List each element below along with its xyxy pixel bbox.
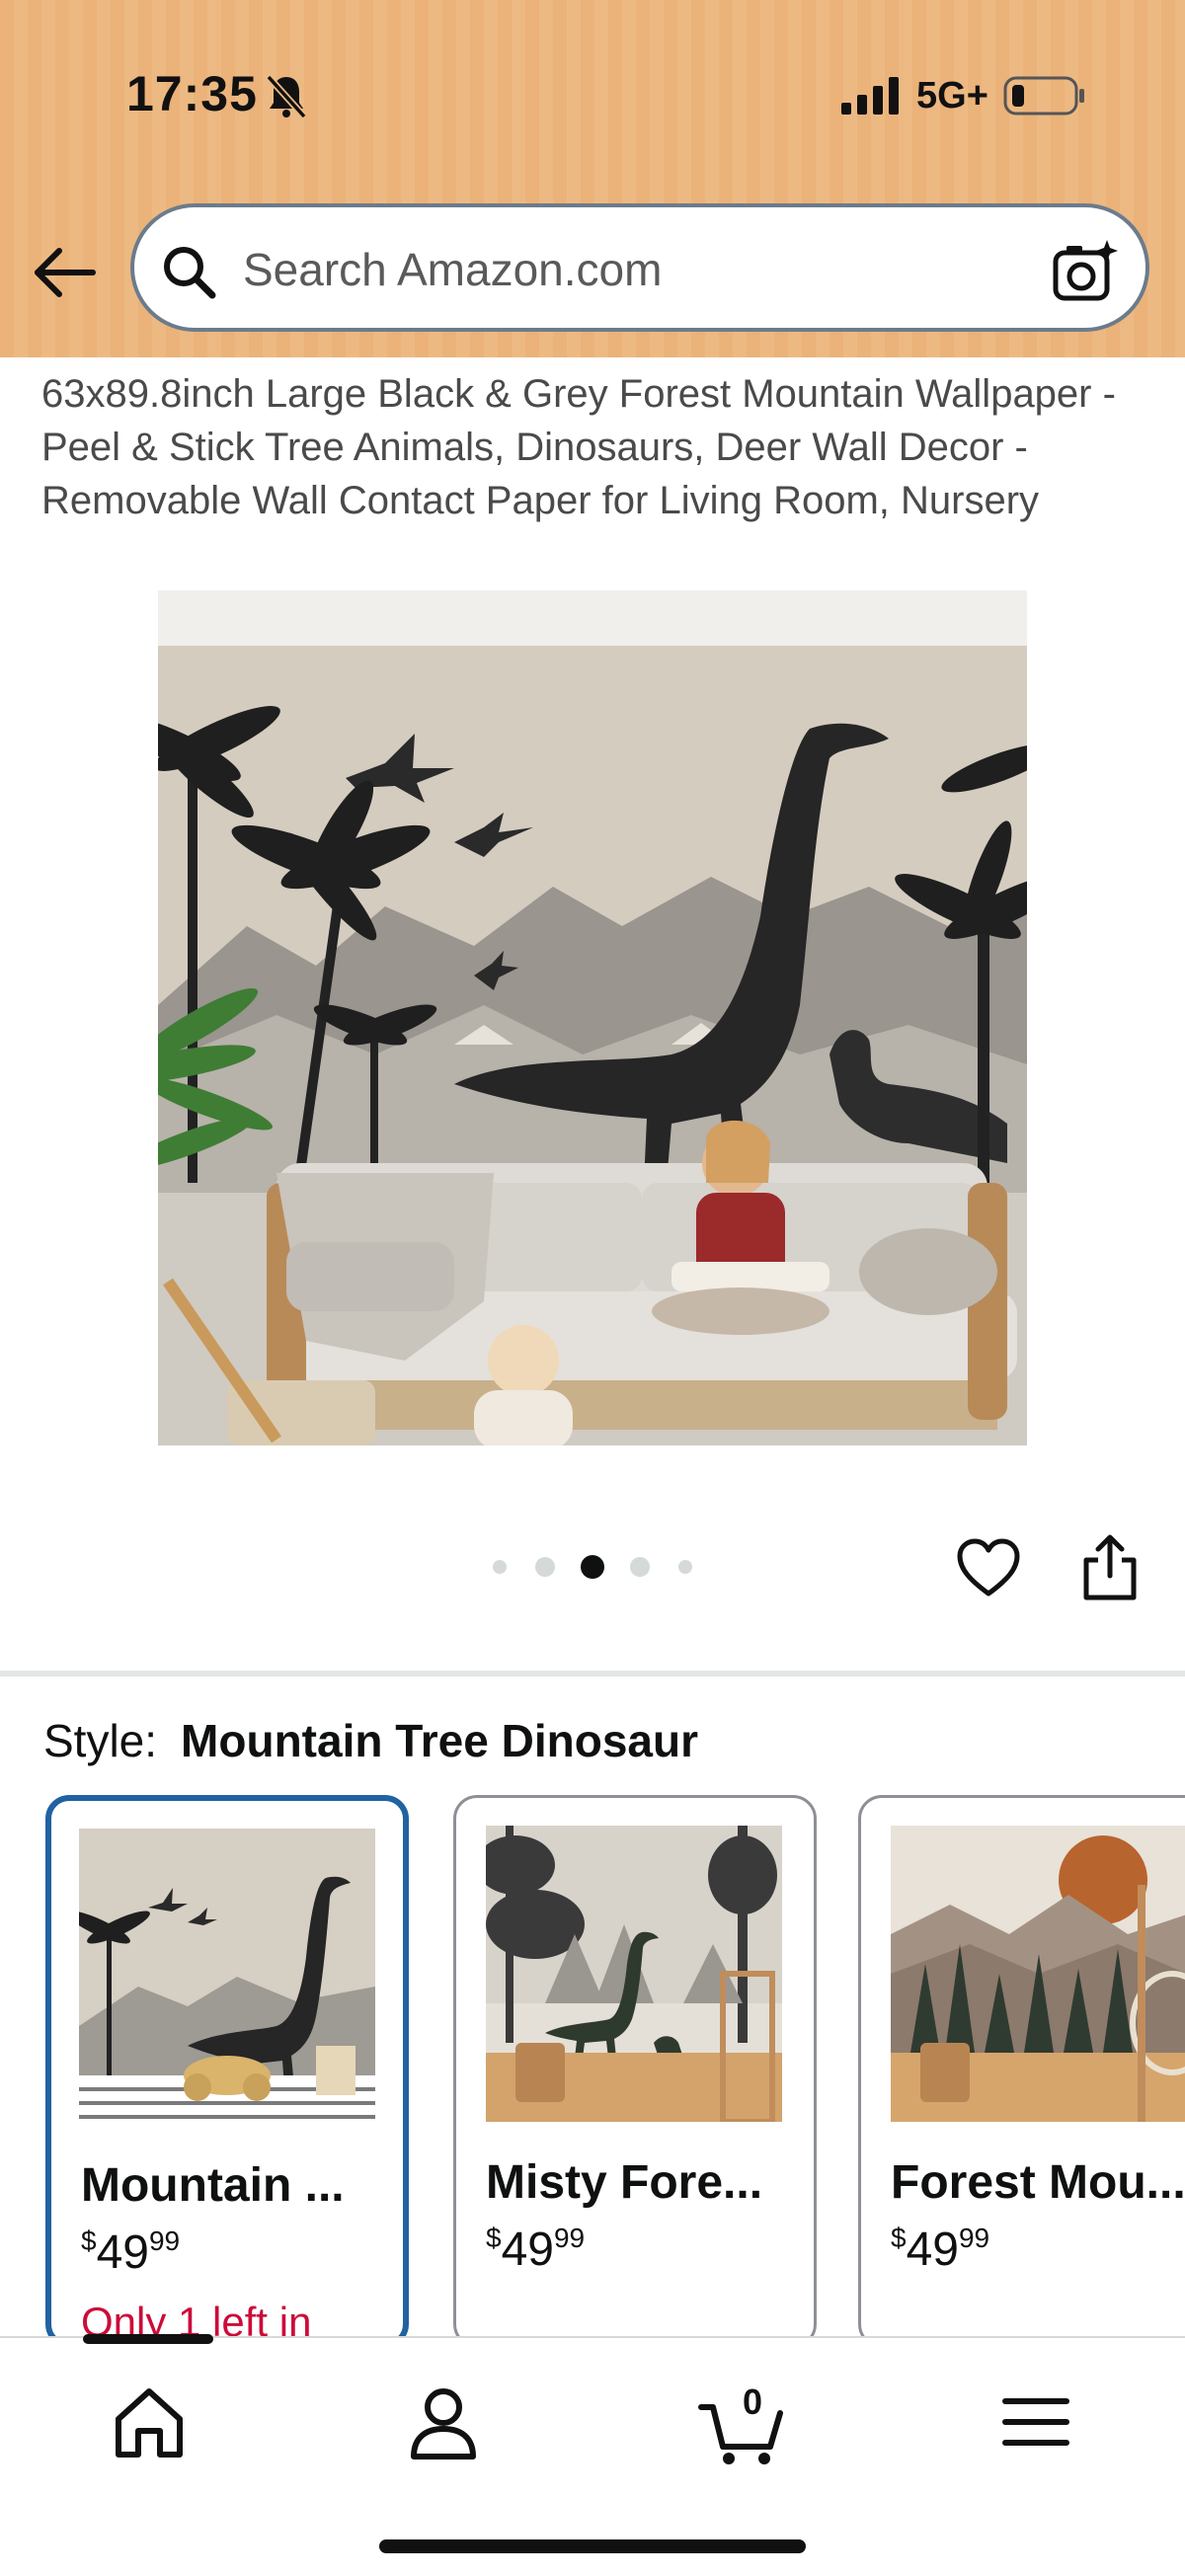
bell-muted-icon	[266, 74, 307, 119]
style-option-name: Forest Mou...	[891, 2156, 1185, 2209]
price-symbol: $	[891, 2223, 907, 2253]
price-whole: 49	[501, 2224, 554, 2276]
style-option-card[interactable]: Misty Fore... $4999	[453, 1795, 817, 2338]
home-indicator[interactable]	[379, 2539, 806, 2553]
share-icon[interactable]	[1078, 1532, 1142, 1603]
cart-icon[interactable]	[695, 2378, 784, 2466]
bottom-navigation: 0	[0, 2334, 1185, 2576]
pager-dot[interactable]	[535, 1557, 555, 1577]
menu-icon[interactable]	[991, 2378, 1080, 2466]
style-option-thumbnail	[79, 1829, 375, 2125]
price-whole: 49	[96, 2226, 149, 2279]
network-type: 5G+	[916, 75, 988, 117]
style-selected-value: Mountain Tree Dinosaur	[181, 1715, 698, 1766]
heart-icon[interactable]	[956, 1536, 1021, 1601]
search-bar[interactable]	[130, 203, 1149, 332]
cart-count: 0	[743, 2381, 763, 2422]
home-icon[interactable]	[105, 2378, 194, 2466]
style-selector-header: Style: Mountain Tree Dinosaur	[43, 1714, 698, 1767]
style-option-name: Mountain ...	[81, 2159, 345, 2212]
active-tab-indicator	[83, 2334, 213, 2344]
search-icon	[164, 247, 216, 299]
camera-search-icon[interactable]	[1051, 237, 1120, 306]
product-title: 63x89.8inch Large Black & Grey Forest Mo…	[41, 372, 1116, 522]
style-option-price: $4999	[81, 2225, 180, 2280]
stock-warning: Only 1 left in	[81, 2299, 312, 2338]
price-fraction: 99	[148, 2225, 181, 2256]
pager-dot-active[interactable]	[581, 1555, 604, 1579]
price-symbol: $	[81, 2225, 97, 2256]
style-option-name: Misty Fore...	[486, 2156, 763, 2209]
signal-strength-icon	[841, 77, 899, 115]
product-image[interactable]	[158, 590, 1027, 1445]
pager-dot[interactable]	[678, 1560, 692, 1574]
pager-dot[interactable]	[493, 1560, 507, 1574]
style-option-thumbnail	[486, 1826, 782, 2122]
style-option-price: $4999	[486, 2223, 585, 2277]
price-whole: 49	[906, 2224, 959, 2276]
style-label: Style:	[43, 1715, 158, 1766]
style-option-card[interactable]: Forest Mou... $4999	[858, 1795, 1185, 2338]
image-pager	[493, 1555, 692, 1579]
app-header: 17:35 5G+	[0, 0, 1185, 357]
price-fraction: 99	[958, 2223, 990, 2253]
search-input[interactable]	[243, 235, 1033, 304]
section-divider	[0, 1671, 1185, 1677]
back-arrow-icon[interactable]	[30, 237, 101, 308]
battery-icon	[1003, 76, 1084, 116]
style-options-carousel[interactable]: Mountain ... $4999 Only 1 left in Misty …	[0, 1795, 1185, 2338]
product-image-illustration	[158, 590, 1027, 1445]
status-time: 17:35	[126, 66, 258, 121]
style-option-price: $4999	[891, 2223, 989, 2277]
status-bar: 17:35 5G+	[0, 0, 1185, 197]
style-option-thumbnail	[891, 1826, 1185, 2122]
pager-dot[interactable]	[630, 1557, 650, 1577]
style-option-card[interactable]: Mountain ... $4999 Only 1 left in	[45, 1795, 409, 2338]
price-symbol: $	[486, 2223, 502, 2253]
account-icon[interactable]	[399, 2378, 488, 2466]
price-fraction: 99	[553, 2223, 586, 2253]
